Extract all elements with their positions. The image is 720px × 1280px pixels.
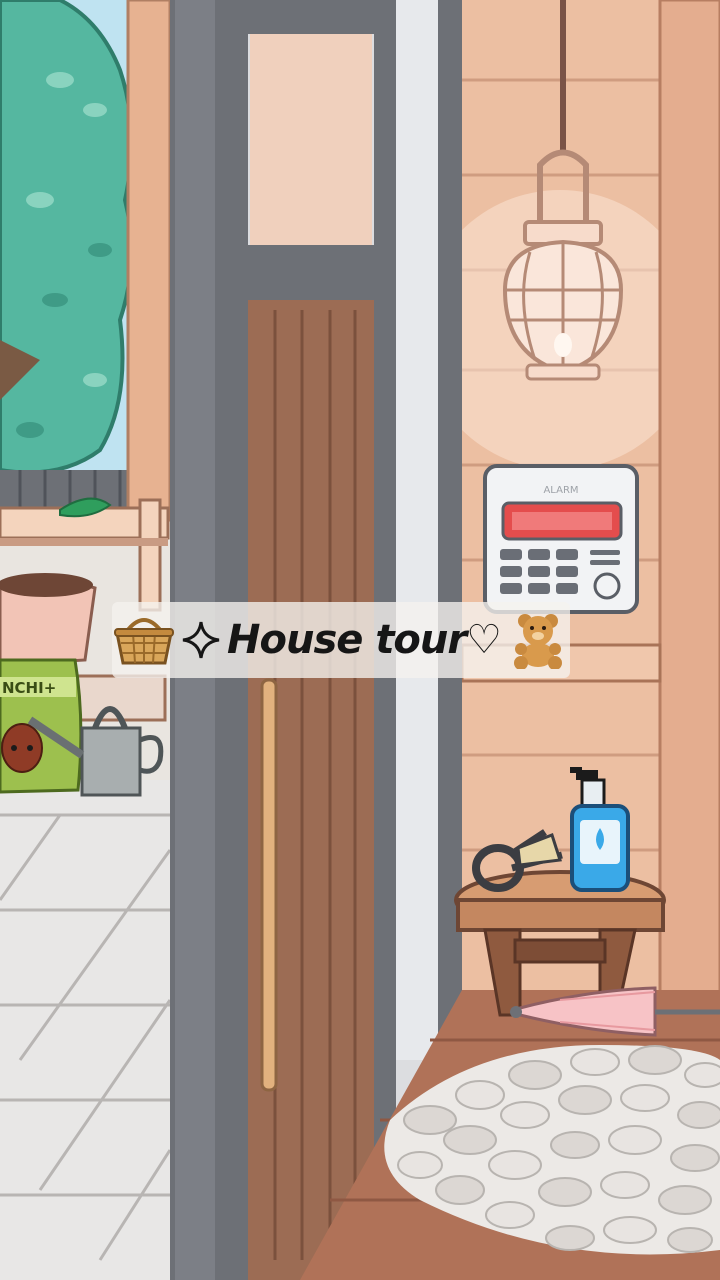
basket-icon	[114, 618, 175, 665]
tree	[0, 0, 134, 475]
teddy-bear-icon	[513, 614, 562, 669]
game-scene: NCHI+ ALARM House tour♡	[0, 0, 720, 1280]
wall-corner	[658, 0, 720, 1002]
banner-title: House tour♡	[227, 617, 502, 663]
house-tour-banner: House tour♡	[112, 602, 570, 678]
outdoor-floor	[0, 780, 170, 1280]
door-window	[250, 0, 372, 265]
sparkle-icon	[182, 621, 220, 659]
glass-pane	[396, 0, 438, 1060]
fertilizer-bag-label: NCHI+	[2, 679, 56, 697]
alarm-panel-label: ALARM	[543, 485, 578, 496]
flower-pot	[0, 573, 97, 667]
alarm-panel: ALARM	[483, 464, 639, 614]
door-handle	[260, 678, 278, 1092]
outdoor-post	[126, 0, 172, 522]
